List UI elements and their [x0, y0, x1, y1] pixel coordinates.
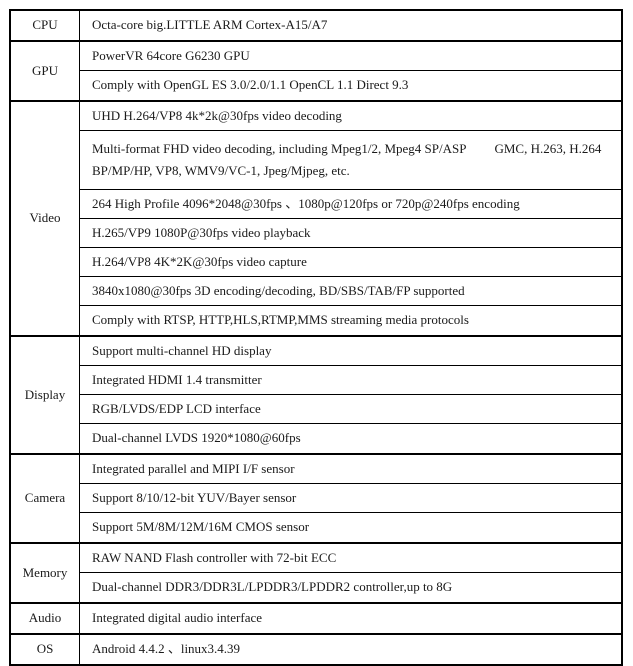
spec-category-label: Video	[11, 102, 80, 335]
spec-row: UHD H.264/VP8 4k*2k@30fps video decoding	[80, 102, 621, 131]
spec-category-label: Memory	[11, 544, 80, 602]
specification-table: CPU Octa-core big.LITTLE ARM Cortex-A15/A…	[9, 9, 623, 666]
spec-row: Octa-core big.LITTLE ARM Cortex-A15/A7	[92, 17, 328, 33]
spec-row: 3840x1080@30fps 3D encoding/decoding, BD…	[80, 277, 621, 306]
spec-row: Comply with RTSP, HTTP,HLS,RTMP,MMS stre…	[92, 312, 469, 328]
spec-row-group: PowerVR 64core G6230 GPU Comply with Open…	[80, 42, 621, 100]
spec-category-label: Display	[11, 337, 80, 453]
spec-row-group: Integrated digital audio interface	[80, 604, 621, 633]
spec-row-line: BP/MP/HP, VP8, WMV9/VC-1, Jpeg/Mjpeg, et…	[92, 163, 350, 178]
spec-section: Audio Integrated digital audio interface	[11, 604, 621, 635]
spec-row-group: Integrated parallel and MIPI I/F sensor S…	[80, 455, 621, 542]
spec-row: Integrated HDMI 1.4 transmitter	[80, 366, 621, 395]
spec-section: Display Support multi-channel HD display I…	[11, 337, 621, 455]
spec-row-group: Octa-core big.LITTLE ARM Cortex-A15/A7	[80, 11, 621, 40]
spec-row-text: Multi-format FHD video decoding, includi…	[92, 141, 467, 156]
spec-row: Integrated parallel and MIPI I/F sensor	[80, 455, 621, 484]
spec-row: Support 8/10/12-bit YUV/Bayer sensor	[80, 484, 621, 513]
spec-row: Support multi-channel HD display	[80, 337, 621, 366]
spec-category-label: Audio	[11, 604, 80, 633]
spec-category-label: Camera	[11, 455, 80, 542]
spec-section: Memory RAW NAND Flash controller with 72-…	[11, 544, 621, 604]
spec-row-group: Support multi-channel HD display Integrat…	[80, 337, 621, 453]
spec-row: RAW NAND Flash controller with 72-bit EC…	[80, 544, 621, 573]
spec-row-group: UHD H.264/VP8 4k*2k@30fps video decoding…	[80, 102, 621, 335]
spec-section: Video UHD H.264/VP8 4k*2k@30fps video dec…	[11, 102, 621, 337]
spec-row: H.265/VP9 1080P@30fps video playback	[80, 219, 621, 248]
spec-row-text: GMC, H.263, H.264	[494, 141, 602, 156]
spec-section: GPU PowerVR 64core G6230 GPU Comply with O…	[11, 42, 621, 102]
spec-row: Support 5M/8M/12M/16M CMOS sensor	[92, 519, 310, 535]
spec-row: PowerVR 64core G6230 GPU	[80, 42, 621, 71]
spec-section: CPU Octa-core big.LITTLE ARM Cortex-A15/A…	[11, 11, 621, 42]
spec-category-label: GPU	[11, 42, 80, 100]
spec-row: Android 4.4.2 、linux3.4.39	[92, 641, 241, 657]
spec-row: Integrated digital audio interface	[92, 610, 263, 626]
spec-section: OS Android 4.4.2 、linux3.4.39	[11, 635, 621, 664]
spec-category-label: CPU	[11, 11, 80, 40]
spec-row-line: Multi-format FHD video decoding, includi…	[92, 138, 615, 160]
spec-row: Comply with OpenGL ES 3.0/2.0/1.1 OpenCL…	[92, 77, 409, 93]
spec-section: Camera Integrated parallel and MIPI I/F s…	[11, 455, 621, 544]
spec-row: Dual-channel DDR3/DDR3L/LPDDR3/LPDDR2 co…	[92, 579, 453, 595]
spec-row-group: Android 4.4.2 、linux3.4.39	[80, 635, 621, 664]
spec-category-label: OS	[11, 635, 80, 664]
spec-row: Dual-channel LVDS 1920*1080@60fps	[92, 430, 301, 446]
spec-row: RGB/LVDS/EDP LCD interface	[80, 395, 621, 424]
spec-row-group: RAW NAND Flash controller with 72-bit EC…	[80, 544, 621, 602]
spec-row: Multi-format FHD video decoding, includi…	[80, 131, 621, 190]
spec-row: H.264/VP8 4K*2K@30fps video capture	[80, 248, 621, 277]
spec-row: 264 High Profile 4096*2048@30fps 、1080p@…	[80, 190, 621, 219]
